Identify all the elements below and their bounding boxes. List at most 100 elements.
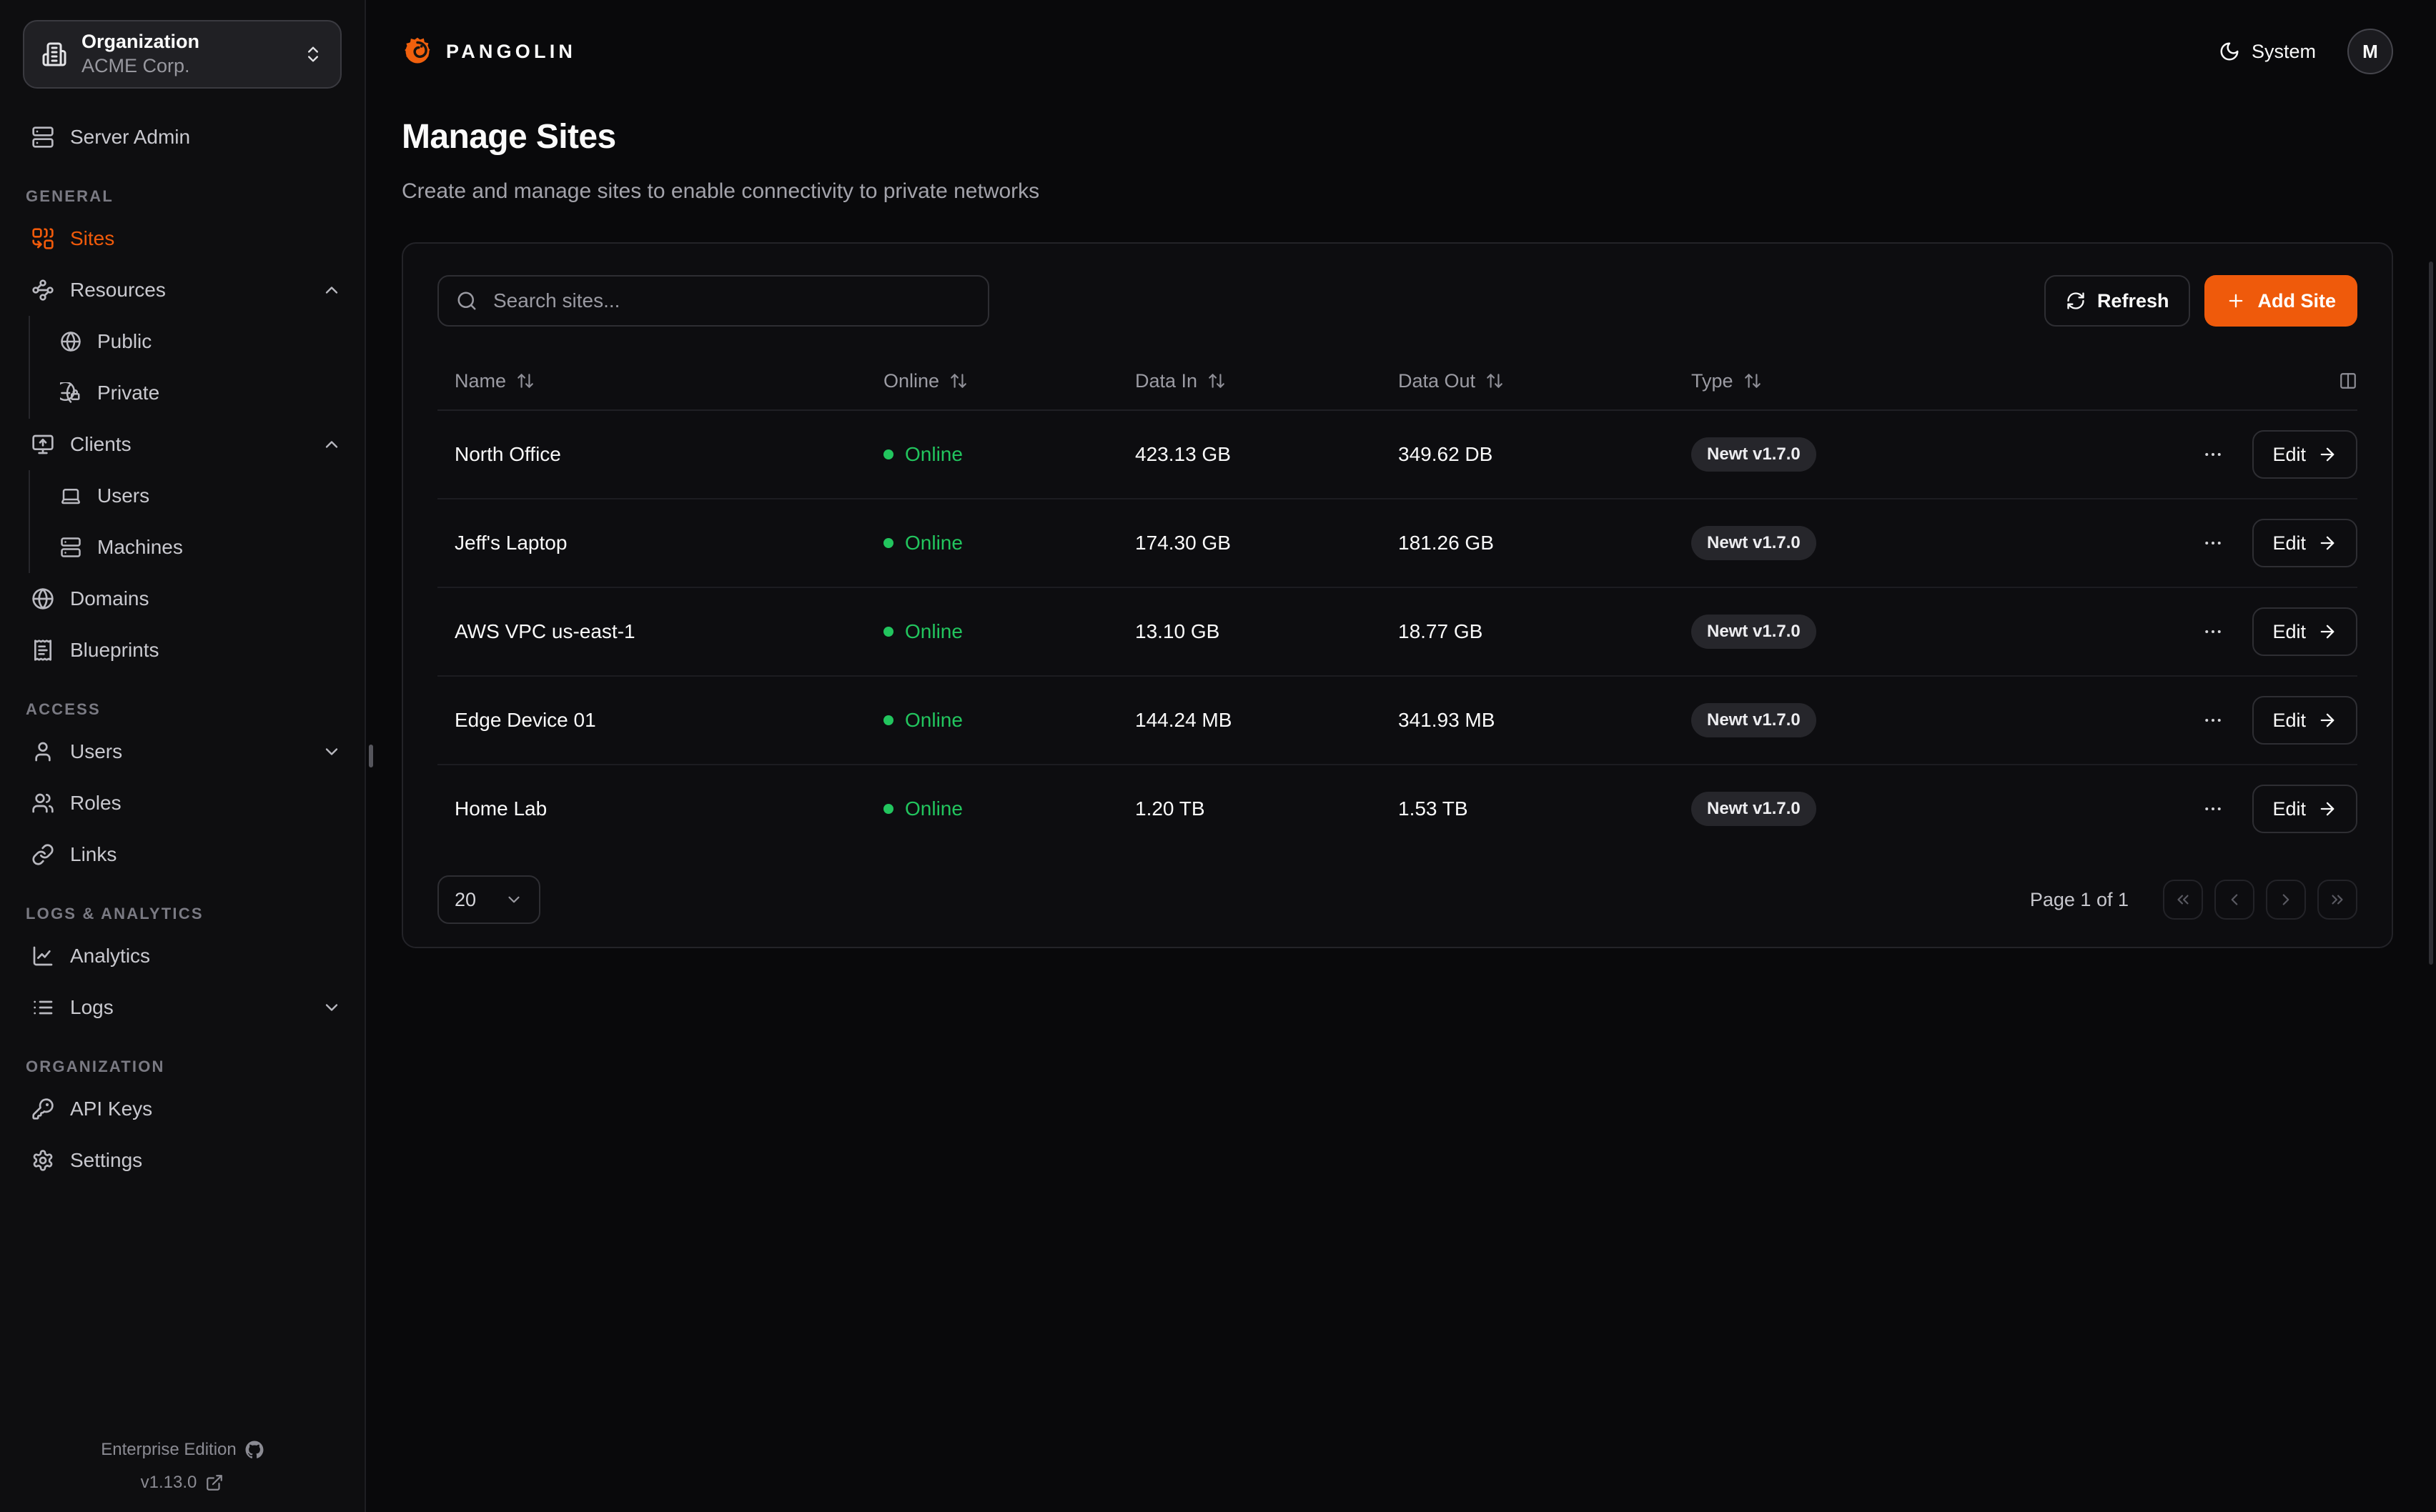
site-data-out: 181.26 GB [1398, 532, 1691, 554]
version-row[interactable]: v1.13.0 [23, 1473, 342, 1492]
combine-icon [31, 227, 54, 250]
sidebar-item-logs[interactable]: Logs [23, 988, 342, 1028]
globe-lock-icon [60, 382, 81, 404]
edit-button[interactable]: Edit [2252, 430, 2357, 479]
page-size-select[interactable]: 20 [437, 875, 540, 924]
column-header-data-in[interactable]: Data In [1135, 370, 1398, 392]
page-title: Manage Sites [402, 117, 2393, 156]
sidebar-item-sites[interactable]: Sites [23, 219, 342, 259]
row-menu-button[interactable] [2197, 792, 2229, 825]
sidebar-item-label: Server Admin [70, 126, 190, 149]
brand[interactable]: PANGOLIN [402, 36, 576, 67]
sidebar-item-label: API Keys [70, 1098, 152, 1120]
site-name: AWS VPC us-east-1 [437, 620, 883, 643]
row-menu-button[interactable] [2197, 704, 2229, 737]
sidebar-item-machines[interactable]: Machines [60, 527, 342, 567]
receipt-icon [31, 639, 54, 662]
search-icon [456, 290, 477, 312]
site-status: Online [883, 532, 1135, 554]
globe-icon [31, 587, 54, 610]
sidebar-item-links[interactable]: Links [23, 835, 342, 875]
sidebar-item-domains[interactable]: Domains [23, 579, 342, 619]
sidebar-item-public[interactable]: Public [60, 322, 342, 362]
sidebar-item-private[interactable]: Private [60, 373, 342, 413]
edit-button[interactable]: Edit [2252, 607, 2357, 656]
waypoints-icon [31, 279, 54, 302]
sidebar-item-label: Public [97, 330, 152, 353]
column-header-data-out[interactable]: Data Out [1398, 370, 1691, 392]
sidebar-item-settings[interactable]: Settings [23, 1140, 342, 1180]
avatar[interactable]: M [2347, 29, 2393, 74]
row-actions: Edit [2043, 607, 2357, 656]
sidebar-item-label: Roles [70, 792, 122, 815]
sidebar-item-label: Private [97, 382, 159, 404]
row-menu-button[interactable] [2197, 527, 2229, 559]
sort-icon [1485, 372, 1504, 390]
first-page-button[interactable] [2163, 880, 2203, 920]
theme-label: System [2252, 41, 2316, 63]
edit-button[interactable]: Edit [2252, 519, 2357, 567]
sidebar-item-server-admin[interactable]: Server Admin [23, 117, 342, 157]
chevron-up-icon [322, 434, 342, 454]
app-root: Organization ACME Corp. Server Admin GEN… [0, 0, 2436, 1512]
sidebar-footer: Enterprise Edition v1.13.0 [23, 1426, 342, 1492]
pangolin-logo-icon [402, 36, 433, 67]
toolbar-actions: Refresh Add Site [2044, 275, 2357, 327]
refresh-button[interactable]: Refresh [2044, 275, 2191, 327]
sidebar-item-client-users[interactable]: Users [60, 476, 342, 516]
sidebar-item-label: Blueprints [70, 639, 159, 662]
main-content: PANGOLIN System M Manage Sites Create an… [367, 0, 2436, 1512]
online-dot [883, 804, 893, 814]
sidebar-item-label: Settings [70, 1149, 142, 1172]
theme-toggle[interactable]: System [2219, 41, 2316, 63]
site-type: Newt v1.7.0 [1691, 792, 2043, 826]
external-link-icon [205, 1473, 224, 1492]
site-type: Newt v1.7.0 [1691, 437, 2043, 472]
sidebar-item-label: Analytics [70, 945, 150, 968]
site-status: Online [883, 797, 1135, 820]
table-row: Edge Device 01 Online 144.24 MB 341.93 M… [437, 677, 2357, 765]
prev-page-button[interactable] [2214, 880, 2254, 920]
chart-line-icon [31, 945, 54, 968]
avatar-initial: M [2362, 41, 2378, 63]
sidebar-item-blueprints[interactable]: Blueprints [23, 630, 342, 670]
column-header-online[interactable]: Online [883, 370, 1135, 392]
table-row: North Office Online 423.13 GB 349.62 DB … [437, 411, 2357, 499]
site-data-in: 1.20 TB [1135, 797, 1398, 820]
site-type: Newt v1.7.0 [1691, 703, 2043, 737]
sidebar-item-resources[interactable]: Resources [23, 270, 342, 310]
sort-icon [1743, 372, 1762, 390]
row-menu-button[interactable] [2197, 438, 2229, 471]
edit-button[interactable]: Edit [2252, 785, 2357, 833]
plus-icon [2226, 291, 2246, 311]
last-page-button[interactable] [2317, 880, 2357, 920]
edit-button[interactable]: Edit [2252, 696, 2357, 745]
search-input[interactable] [490, 288, 971, 314]
page-indicator: Page 1 of 1 [2030, 889, 2129, 911]
sidebar-item-clients[interactable]: Clients [23, 424, 342, 464]
sidebar-item-roles[interactable]: Roles [23, 783, 342, 823]
page-size-value: 20 [455, 889, 476, 911]
online-dot [883, 449, 893, 459]
columns-toggle-button[interactable] [2339, 372, 2357, 390]
next-page-button[interactable] [2266, 880, 2306, 920]
type-badge: Newt v1.7.0 [1691, 526, 1816, 560]
topbar: PANGOLIN System M [402, 0, 2393, 103]
table-footer: 20 Page 1 of 1 [437, 875, 2357, 924]
sidebar-item-users[interactable]: Users [23, 732, 342, 772]
sidebar-item-analytics[interactable]: Analytics [23, 936, 342, 976]
sidebar-item-label: Clients [70, 433, 132, 456]
site-name: Jeff's Laptop [437, 532, 883, 554]
site-data-out: 341.93 MB [1398, 709, 1691, 732]
table-row: Home Lab Online 1.20 TB 1.53 TB Newt v1.… [437, 765, 2357, 852]
org-selector[interactable]: Organization ACME Corp. [23, 20, 342, 89]
sidebar-item-api-keys[interactable]: API Keys [23, 1089, 342, 1129]
search-box[interactable] [437, 275, 989, 327]
column-header-name[interactable]: Name [437, 370, 883, 392]
row-actions: Edit [2043, 519, 2357, 567]
edition-row[interactable]: Enterprise Edition [23, 1441, 342, 1459]
add-site-button[interactable]: Add Site [2204, 275, 2357, 327]
row-menu-button[interactable] [2197, 615, 2229, 648]
column-header-type[interactable]: Type [1691, 370, 2043, 392]
sort-icon [1207, 372, 1226, 390]
